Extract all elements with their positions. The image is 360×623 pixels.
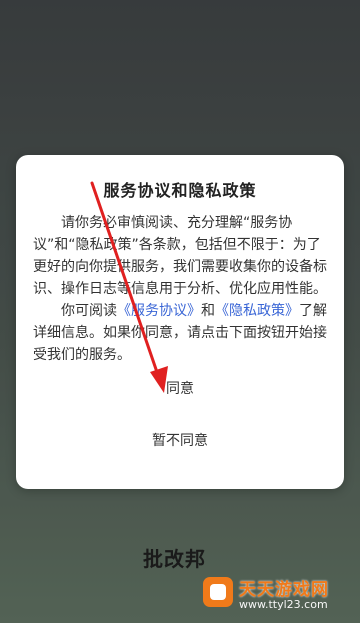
and-text: 和: [201, 303, 215, 319]
watermark-url: www.ttyl23.com: [239, 598, 328, 611]
links-paragraph: 你可阅读《服务协议》和《隐私政策》了解详细信息。如果你同意，请点击下面按钮开始接…: [33, 300, 330, 366]
terms-paragraph: 请你务必审慎阅读、充分理解“服务协议”和“隐私政策”各条款，包括但不限于：为了更…: [33, 215, 327, 297]
dialog-title: 服务协议和隐私政策: [103, 181, 257, 200]
agree-button[interactable]: 同意: [16, 375, 344, 403]
dialog-body: 请你务必审慎阅读、充分理解“服务协议”和“隐私政策”各条款，包括但不限于：为了更…: [33, 212, 330, 366]
watermark-right: 天天游戏网 www.ttyl23.com: [195, 565, 360, 623]
privacy-policy-link[interactable]: 《隐私政策》: [215, 303, 299, 319]
watermark-logo-icon: [203, 577, 233, 607]
watermark-title: 天天游戏网: [239, 580, 329, 600]
service-agreement-link[interactable]: 《服务协议》: [117, 303, 201, 319]
privacy-dialog: 服务协议和隐私政策 请你务必审慎阅读、充分理解“服务协议”和“隐私政策”各条款，…: [16, 155, 344, 489]
paragraph-prefix: 你可阅读: [61, 303, 117, 319]
disagree-button[interactable]: 暂不同意: [16, 427, 344, 455]
